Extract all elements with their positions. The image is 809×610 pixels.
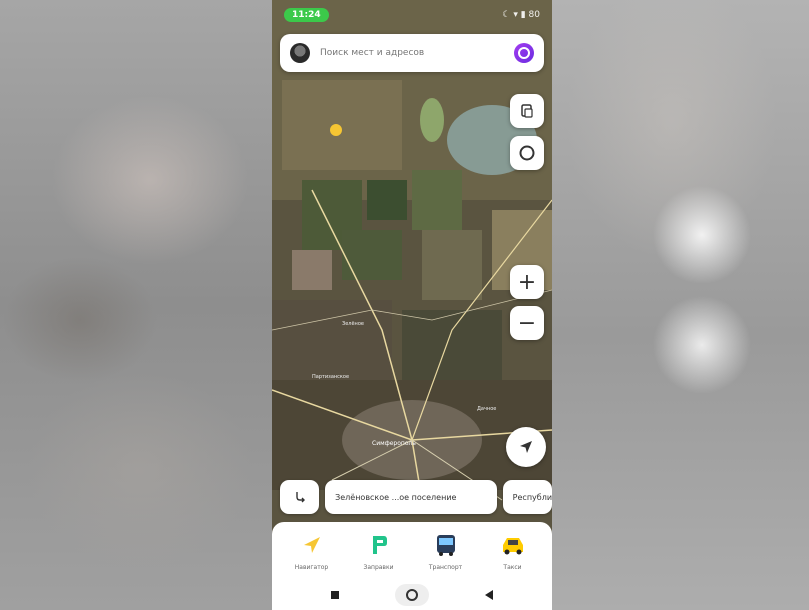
service-navigator[interactable]: Навигатор: [282, 532, 342, 571]
layers-icon: [521, 104, 533, 118]
map-label: Дачное: [477, 406, 496, 412]
place-chip[interactable]: Зелёновское ...ое поселение: [325, 480, 497, 514]
blurred-background-left: [0, 0, 272, 610]
status-bar: 11:24 ☾ ▾ ▮ 80: [272, 4, 552, 26]
layers-button[interactable]: [510, 94, 544, 128]
taxi-icon: [498, 532, 528, 558]
zoom-in-button[interactable]: +: [510, 265, 544, 299]
map-label: Зелёное: [342, 321, 364, 327]
phone-screen: Зелёное Партизанское Дачное Симферополь …: [272, 0, 552, 610]
search-input[interactable]: [320, 48, 514, 58]
system-nav-bar: [272, 580, 552, 610]
service-label: Навигатор: [294, 564, 329, 571]
speedometer-button[interactable]: [510, 136, 544, 170]
screen-background: Зелёное Партизанское Дачное Симферополь …: [0, 0, 809, 610]
route-icon: [295, 492, 305, 503]
map-label: Симферополь: [372, 440, 416, 447]
alice-voice-icon[interactable]: [514, 43, 534, 63]
speedometer-icon: [519, 145, 535, 161]
service-label: Такси: [503, 564, 522, 571]
my-location-button[interactable]: [506, 427, 546, 467]
context-chips: Зелёновское ...ое поселение Республика: [280, 480, 552, 514]
service-label: Заправки: [363, 564, 394, 571]
recents-button[interactable]: [331, 591, 339, 599]
bus-icon: [431, 532, 461, 558]
fuel-icon: [364, 532, 394, 558]
route-chip[interactable]: [280, 480, 320, 514]
map-label: Партизанское: [312, 374, 349, 380]
avatar[interactable]: [290, 43, 310, 63]
service-fuel[interactable]: Заправки: [349, 532, 409, 571]
service-taxi[interactable]: Такси: [483, 532, 543, 571]
location-arrow-icon: [520, 441, 532, 453]
zoom-out-button[interactable]: −: [510, 306, 544, 340]
search-bar[interactable]: [280, 34, 544, 72]
region-chip[interactable]: Республика: [502, 480, 552, 514]
navigator-icon: [297, 532, 327, 558]
back-button[interactable]: [485, 590, 493, 600]
satellite-map[interactable]: Зелёное Партизанское Дачное Симферополь: [272, 0, 552, 610]
service-transport[interactable]: Транспорт: [416, 532, 476, 571]
blurred-background-right: [552, 0, 809, 610]
service-label: Транспорт: [428, 564, 463, 571]
status-icons: ☾ ▾ ▮ 80: [502, 10, 540, 20]
home-button[interactable]: [395, 584, 429, 606]
status-time: 11:24: [284, 8, 329, 22]
